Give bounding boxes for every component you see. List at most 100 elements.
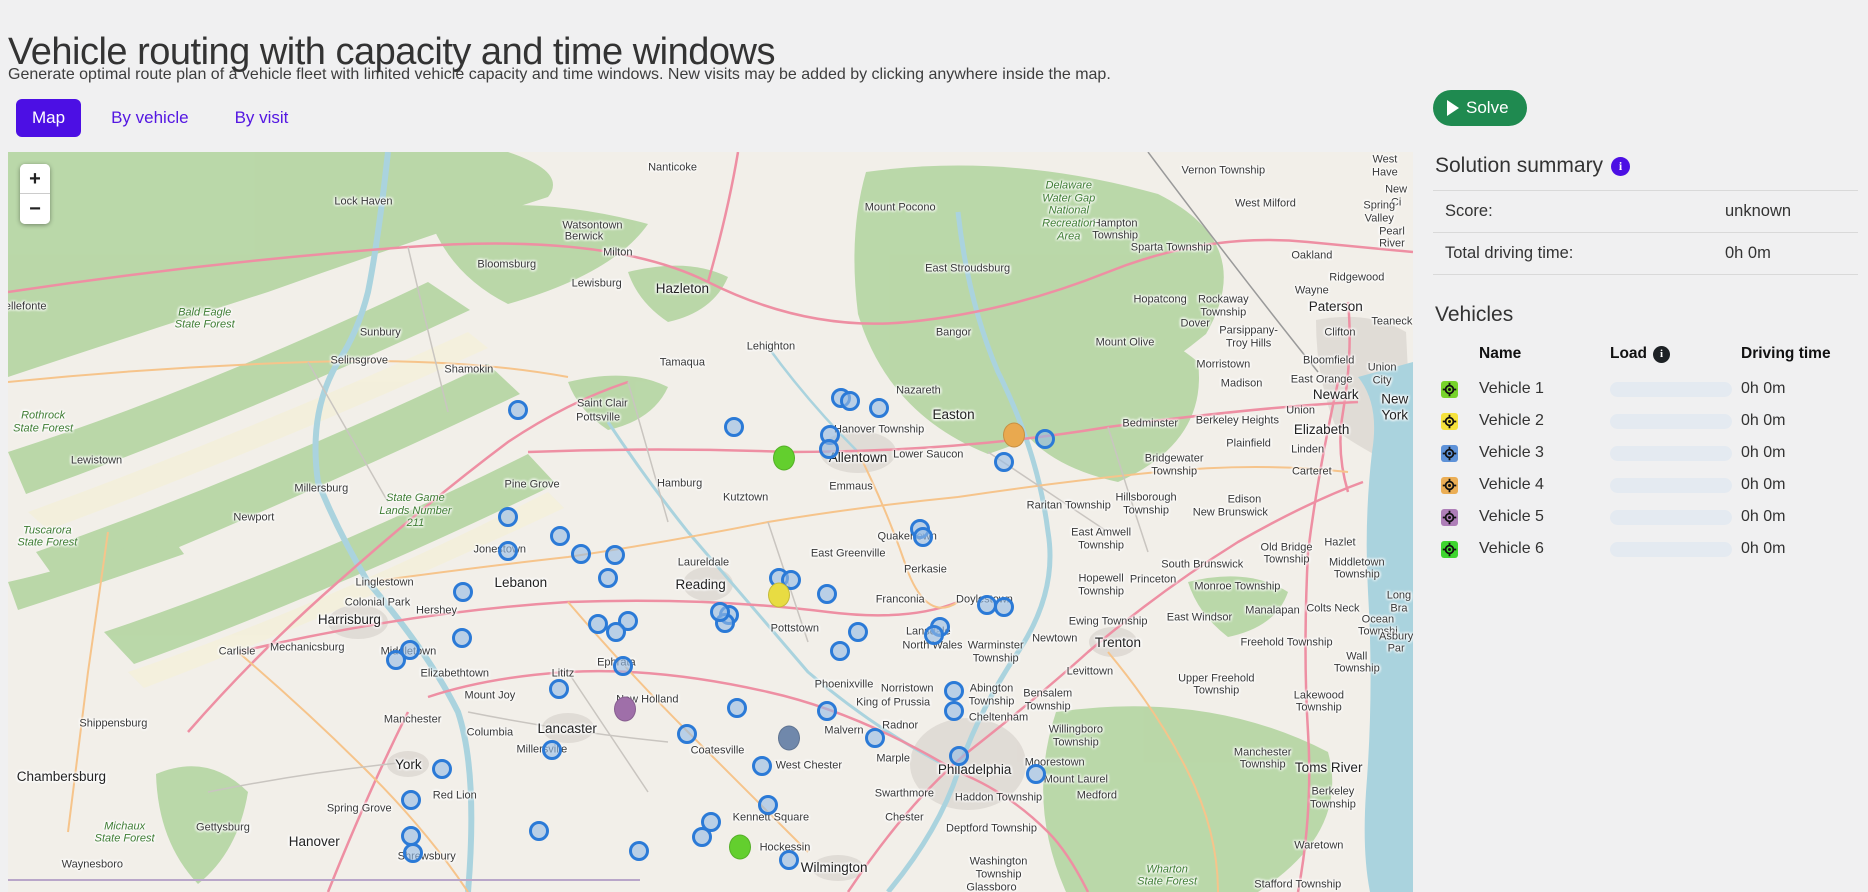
green-marker[interactable] [773,445,795,470]
vehicle-row-icon-cell [1433,437,1479,469]
tab-by-visit[interactable]: By visit [219,99,305,137]
visit-marker[interactable] [498,507,518,527]
summary-row-label: Total driving time: [1433,244,1725,263]
vehicles-heading: Vehicles [1435,303,1858,327]
visit-marker[interactable] [1035,429,1055,449]
summary-row-label: Score: [1433,202,1725,221]
visit-marker[interactable] [498,541,518,561]
visit-marker[interactable] [1026,764,1046,784]
vehicle-load-cell [1610,405,1741,437]
load-info-icon[interactable]: i [1653,346,1670,363]
visit-marker[interactable] [994,452,1014,472]
visit-marker[interactable] [840,391,860,411]
vehicle-crosshairs-icon [1441,413,1458,430]
play-icon [1447,100,1459,116]
visit-marker[interactable] [598,568,618,588]
visit-marker[interactable] [606,622,626,642]
visit-marker[interactable] [865,728,885,748]
page-subtitle: Generate optimal route plan of a vehicle… [8,66,1111,84]
visit-marker[interactable] [403,843,423,863]
visit-marker[interactable] [629,841,649,861]
visit-marker[interactable] [613,656,633,676]
visit-marker[interactable] [588,614,608,634]
vehicle-load-cell [1610,469,1741,501]
visit-marker[interactable] [529,821,549,841]
visit-marker[interactable] [913,527,933,547]
vehicle-driving-time: 0h 0m [1741,501,1858,533]
visit-marker[interactable] [727,698,747,718]
visit-marker[interactable] [830,641,850,661]
yellow-marker[interactable] [768,583,790,608]
vehicles-col-icon [1433,348,1479,364]
summary-row: Total driving time:0h 0m [1433,233,1858,275]
solve-button-label: Solve [1466,98,1509,118]
vehicle-load-bar [1610,478,1732,493]
vehicle-driving-time: 0h 0m [1741,373,1858,405]
info-icon[interactable]: i [1611,157,1630,176]
visit-marker[interactable] [386,650,406,670]
visit-marker[interactable] [549,679,569,699]
visit-marker[interactable] [994,597,1014,617]
visit-marker[interactable] [710,602,730,622]
vehicle-row-icon-cell [1433,469,1479,501]
visit-marker[interactable] [758,795,778,815]
slate-marker[interactable] [778,726,800,751]
vehicle-name: Vehicle 5 [1479,501,1610,533]
orange-marker[interactable] [1003,423,1025,448]
zoom-out-button[interactable]: − [20,194,50,224]
vehicle-name: Vehicle 4 [1479,469,1610,501]
visit-marker[interactable] [848,622,868,642]
visit-marker[interactable] [508,400,528,420]
visit-marker[interactable] [924,625,944,645]
vehicle-load-cell [1610,437,1741,469]
visit-marker[interactable] [869,398,889,418]
zoom-in-button[interactable]: + [20,164,50,194]
visit-marker[interactable] [550,526,570,546]
vehicle-load-cell [1610,501,1741,533]
summary-row-value: unknown [1725,202,1858,221]
map[interactable]: Lock HavenWatsontownMiltonLewisburgBloom… [8,152,1413,892]
visit-marker[interactable] [571,544,591,564]
tab-by-vehicle[interactable]: By vehicle [95,99,204,137]
vehicle-row-icon-cell [1433,405,1479,437]
vehicles-col-load: Load i [1610,339,1741,373]
visit-marker[interactable] [692,827,712,847]
visit-marker[interactable] [432,759,452,779]
solve-button[interactable]: Solve [1433,90,1527,126]
vehicle-driving-time: 0h 0m [1741,405,1858,437]
visit-marker[interactable] [949,746,969,766]
visit-marker[interactable] [677,724,697,744]
visit-marker[interactable] [944,701,964,721]
purple-marker[interactable] [614,697,636,722]
tab-map[interactable]: Map [16,99,81,137]
visit-marker[interactable] [819,439,839,459]
visit-marker[interactable] [817,584,837,604]
visit-marker[interactable] [453,582,473,602]
vehicles-col-name: Name [1479,339,1610,373]
vehicle-crosshairs-icon [1441,477,1458,494]
green-marker[interactable] [729,834,751,859]
visit-marker[interactable] [944,681,964,701]
map-zoom-control: + − [20,164,50,224]
side-panel: Solve Solution summary i Score:unknown To… [1433,90,1858,565]
map-base-tiles [8,152,1413,892]
vehicle-load-bar [1610,510,1732,525]
visit-marker[interactable] [752,756,772,776]
vehicles-table: Name Load i Driving time Vehicle 10h 0mV… [1433,339,1858,565]
solution-summary-heading: Solution summary i [1435,154,1858,178]
visit-marker[interactable] [817,701,837,721]
vehicle-row-icon-cell [1433,501,1479,533]
visit-marker[interactable] [452,628,472,648]
vehicle-driving-time: 0h 0m [1741,533,1858,565]
visit-marker[interactable] [605,545,625,565]
vehicle-load-cell [1610,533,1741,565]
visit-marker[interactable] [542,740,562,760]
visit-marker[interactable] [779,850,799,870]
vehicle-crosshairs-icon [1441,541,1458,558]
visit-marker[interactable] [401,790,421,810]
vehicle-name: Vehicle 6 [1479,533,1610,565]
solution-summary-table: Score:unknown Total driving time:0h 0m [1433,190,1858,275]
visit-marker[interactable] [724,417,744,437]
vehicle-driving-time: 0h 0m [1741,437,1858,469]
vehicle-load-bar [1610,414,1732,429]
